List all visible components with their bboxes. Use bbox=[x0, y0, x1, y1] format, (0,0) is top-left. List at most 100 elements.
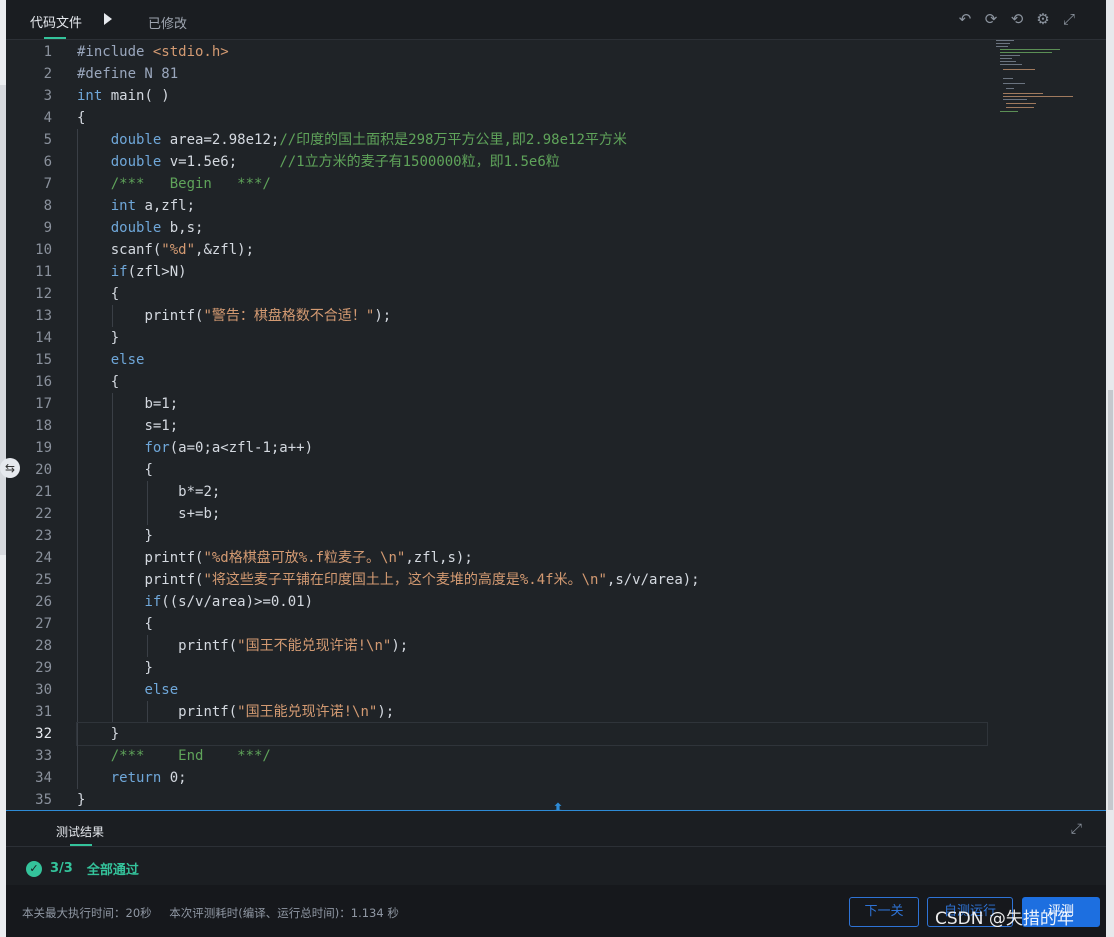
code-line[interactable]: } bbox=[77, 327, 987, 349]
code-line[interactable]: return 0; bbox=[77, 767, 987, 789]
code-line[interactable]: s+=b; bbox=[77, 503, 987, 525]
line-number: 24 bbox=[35, 550, 52, 566]
csdn-watermark: CSDN @失措的年 bbox=[935, 909, 1074, 929]
code-line[interactable]: printf("国王不能兑现许诺!\n"); bbox=[77, 635, 987, 657]
gear-icon[interactable]: ⚙ bbox=[1034, 10, 1052, 28]
line-number: 11 bbox=[35, 264, 52, 280]
line-number: 33 bbox=[35, 748, 52, 764]
code-line[interactable]: double b,s; bbox=[77, 217, 987, 239]
line-number: 28 bbox=[35, 638, 52, 654]
line-number: 35 bbox=[35, 792, 52, 808]
timing-info: 本关最大执行时间：20秒 本次评测耗时(编译、运行总时间)：1.134 秒 bbox=[22, 905, 399, 921]
test-results-panel: 测试结果 ⤢ ✓ 3/3 全部通过 bbox=[6, 810, 1106, 885]
line-number: 21 bbox=[35, 484, 52, 500]
line-number: 13 bbox=[35, 308, 52, 324]
code-line[interactable]: { bbox=[77, 459, 987, 481]
max-exec-time: 本关最大执行时间：20秒 bbox=[22, 906, 152, 920]
code-line[interactable]: } bbox=[77, 789, 987, 811]
line-number: 7 bbox=[43, 176, 52, 192]
code-line[interactable]: printf("将这些麦子平铺在印度国土上，这个麦堆的高度是%.4f米。\n",… bbox=[77, 569, 987, 591]
code-line[interactable]: int main( ) bbox=[77, 85, 987, 107]
active-tab-indicator bbox=[44, 37, 66, 39]
line-number: 25 bbox=[35, 572, 52, 588]
check-circle-icon: ✓ bbox=[26, 860, 42, 877]
footer-bar: 本关最大执行时间：20秒 本次评测耗时(编译、运行总时间)：1.134 秒 下一… bbox=[6, 885, 1106, 937]
code-line[interactable]: } bbox=[77, 657, 987, 679]
line-number: 4 bbox=[43, 110, 52, 126]
line-number: 18 bbox=[35, 418, 52, 434]
code-line[interactable]: else bbox=[77, 349, 987, 371]
line-number: 23 bbox=[35, 528, 52, 544]
line-number: 30 bbox=[35, 682, 52, 698]
line-number: 3 bbox=[43, 88, 52, 104]
code-minimap[interactable] bbox=[990, 38, 1090, 118]
code-line[interactable]: if((s/v/area)>=0.01) bbox=[77, 591, 987, 613]
code-line[interactable]: /*** End ***/ bbox=[77, 745, 987, 767]
modified-status: 已修改 bbox=[148, 17, 188, 32]
code-line[interactable]: b*=2; bbox=[77, 481, 987, 503]
play-icon[interactable] bbox=[104, 13, 112, 25]
code-line[interactable]: s=1; bbox=[77, 415, 987, 437]
editor-tools: ↶ ⟳ ⟲ ⚙ ⤢ bbox=[956, 10, 1078, 28]
line-number: 19 bbox=[35, 440, 52, 456]
line-number: 26 bbox=[35, 594, 52, 610]
line-number-active: 32 bbox=[35, 726, 52, 742]
tab-test-results[interactable]: 测试结果 bbox=[56, 823, 104, 840]
line-number: 12 bbox=[35, 286, 52, 302]
code-editor-panel: 代码文件 已修改 ↶ ⟳ ⟲ ⚙ ⤢ 1 2 3 4 5 6 7 8 9 10 … bbox=[0, 0, 1106, 817]
line-number: 27 bbox=[35, 616, 52, 632]
line-number: 34 bbox=[35, 770, 52, 786]
code-line[interactable]: { bbox=[77, 371, 987, 393]
page-scrollbar[interactable] bbox=[1106, 0, 1114, 937]
pass-status: 全部通过 bbox=[86, 863, 139, 878]
line-number: 16 bbox=[35, 374, 52, 390]
eval-time: 本次评测耗时(编译、运行总时间)：1.134 秒 bbox=[169, 906, 399, 920]
code-line[interactable]: #include <stdio.h> bbox=[77, 41, 987, 63]
code-line[interactable]: /*** Begin ***/ bbox=[77, 173, 987, 195]
active-tab-indicator bbox=[70, 844, 92, 846]
code-line[interactable]: for(a=0;a<zfl-1;a++) bbox=[77, 437, 987, 459]
code-line[interactable]: { bbox=[77, 613, 987, 635]
code-line[interactable]: { bbox=[77, 283, 987, 305]
next-level-button[interactable]: 下一关 bbox=[849, 897, 919, 927]
code-line[interactable]: else bbox=[77, 679, 987, 701]
line-number: 8 bbox=[43, 198, 52, 214]
line-number: 14 bbox=[35, 330, 52, 346]
code-line[interactable]: { bbox=[77, 107, 987, 129]
undo-icon[interactable]: ↶ bbox=[956, 10, 974, 28]
line-number: 6 bbox=[43, 154, 52, 170]
code-line[interactable]: printf("%d格棋盘可放%.f粒麦子。\n",zfl,s); bbox=[77, 547, 987, 569]
line-number: 17 bbox=[35, 396, 52, 412]
code-line[interactable]: printf("国王能兑现许诺!\n"); bbox=[77, 701, 987, 723]
code-line[interactable]: double v=1.5e6; //1立方米的麦子有1500000粒，即1.5e… bbox=[77, 151, 987, 173]
line-number: 15 bbox=[35, 352, 52, 368]
code-line[interactable]: #define N 81 bbox=[77, 63, 987, 85]
code-line[interactable]: b=1; bbox=[77, 393, 987, 415]
refresh-icon[interactable]: ⟳ bbox=[982, 10, 1000, 28]
code-line-current[interactable]: } bbox=[76, 722, 988, 746]
code-area[interactable]: #include <stdio.h> #define N 81 int main… bbox=[76, 41, 988, 811]
line-number: 22 bbox=[35, 506, 52, 522]
page-scrollbar-thumb[interactable] bbox=[1108, 390, 1113, 810]
fullscreen-icon[interactable]: ⤢ bbox=[1060, 10, 1078, 28]
history-icon[interactable]: ⟲ bbox=[1008, 10, 1026, 28]
line-number: 5 bbox=[43, 132, 52, 148]
line-number: 10 bbox=[35, 242, 52, 258]
line-number: 31 bbox=[35, 704, 52, 720]
code-line[interactable]: scanf("%d",&zfl); bbox=[77, 239, 987, 261]
editor-toolbar: 代码文件 已修改 ↶ ⟳ ⟲ ⚙ ⤢ bbox=[6, 0, 1106, 40]
sidebar-toggle-icon[interactable]: ⇆ bbox=[0, 458, 20, 478]
line-number-gutter: 1 2 3 4 5 6 7 8 9 10 11 12 13 14 15 16 1… bbox=[6, 41, 68, 811]
code-line[interactable]: printf("警告：棋盘格数不合适！"); bbox=[77, 305, 987, 327]
code-line[interactable]: double area=2.98e12;//印度的国土面积是298万平方公里,即… bbox=[77, 129, 987, 151]
code-line[interactable]: if(zfl>N) bbox=[77, 261, 987, 283]
pass-score: 3/3 bbox=[50, 861, 73, 876]
code-line[interactable]: int a,zfl; bbox=[77, 195, 987, 217]
pass-summary: ✓ 3/3 全部通过 bbox=[26, 859, 139, 878]
expand-icon[interactable]: ⤢ bbox=[1071, 821, 1082, 837]
line-number: 2 bbox=[43, 66, 52, 82]
line-number: 1 bbox=[43, 44, 52, 60]
results-header: 测试结果 ⤢ bbox=[6, 811, 1106, 847]
tab-code-file[interactable]: 代码文件 bbox=[30, 12, 82, 31]
code-line[interactable]: } bbox=[77, 525, 987, 547]
